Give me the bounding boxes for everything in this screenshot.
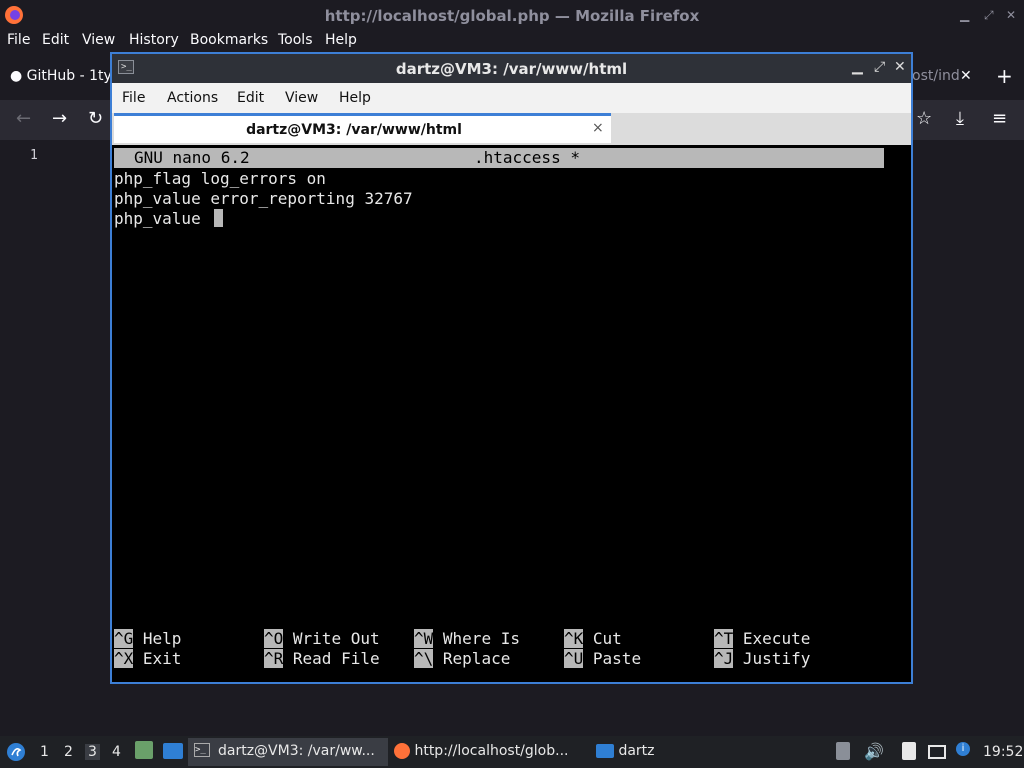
info-icon[interactable]: i [956,742,970,756]
tab-close-icon[interactable]: ✕ [960,68,972,84]
github-icon: ● [10,68,23,84]
bookmark-star-icon[interactable]: ☆ [916,108,932,129]
terminal-menu-edit[interactable]: Edit [237,90,264,106]
shortcut-justify: ^J Justify [714,649,811,668]
workspace-4[interactable]: 4 [112,744,121,760]
volume-icon[interactable]: 🔊 [864,742,884,761]
firefox-window-title: http://localhost/global.php — Mozilla Fi… [324,7,700,25]
reload-icon[interactable]: ↻ [88,108,103,129]
tab-github[interactable]: ● GitHub - 1ty [10,68,112,84]
network-icon[interactable] [928,745,946,759]
editor-line: php_value error_reporting 32767 [114,189,413,208]
close-icon[interactable]: ✕ [894,59,906,75]
forward-icon[interactable]: → [52,108,67,129]
terminal-menu-file[interactable]: File [122,90,145,106]
firefox-menubar: File Edit View History Bookmarks Tools H… [0,30,1024,52]
terminal-menubar: File Actions Edit View Help [112,83,911,113]
terminal-icon: >_ [194,743,210,757]
clock[interactable]: 19:52 [983,744,1023,760]
nano-version: GNU nano 6.2 [134,148,250,167]
nano-filename: .htaccess * [474,148,580,167]
shortcut-paste: ^U Paste [564,649,642,668]
workspace-1[interactable]: 1 [40,744,49,760]
task-folder[interactable]: dartz [596,743,655,759]
folder-icon [596,744,614,758]
minimize-icon[interactable]: ▁ [852,59,863,75]
clipboard-icon[interactable] [902,742,916,760]
task-folder-label: dartz [618,743,655,759]
close-icon[interactable]: ✕ [1006,8,1016,22]
shortcut-replace: ^\ Replace [414,649,511,668]
task-firefox-label: http://localhost/glob... [414,743,569,759]
maximize-icon[interactable]: ⤢ [874,59,885,75]
task-terminal[interactable]: >_ dartz@VM3: /var/ww... [188,738,388,766]
nano-header-bar: GNU nano 6.2 .htaccess * [114,148,884,168]
file-manager-launcher-icon[interactable] [135,741,153,759]
task-terminal-label: dartz@VM3: /var/ww... [218,743,375,759]
nano-editor[interactable]: GNU nano 6.2 .htaccess * php_flag log_er… [112,145,911,682]
hamburger-menu-icon[interactable]: ≡ [992,108,1007,129]
minimize-icon[interactable]: ▁ [960,8,969,22]
menu-file[interactable]: File [7,32,30,48]
workspace-3[interactable]: 3 [85,744,100,760]
text-cursor [214,209,223,227]
terminal-titlebar: >_ dartz@VM3: /var/www/html ▁ ⤢ ✕ [112,54,911,83]
menu-tools[interactable]: Tools [278,32,313,48]
shortcut-write-out: ^O Write Out [264,629,380,648]
shortcut-cut: ^K Cut [564,629,622,648]
shortcut-execute: ^T Execute [714,629,811,648]
terminal-menu-view[interactable]: View [285,90,318,106]
shortcut-read-file: ^R Read File [264,649,380,668]
firefox-icon [394,743,410,759]
terminal-window: >_ dartz@VM3: /var/www/html ▁ ⤢ ✕ File A… [110,52,913,684]
task-firefox[interactable]: http://localhost/glob... [394,743,568,759]
maximize-icon[interactable]: ⤢ [984,8,994,23]
editor-line: php_flag log_errors on [114,169,326,188]
back-icon[interactable]: ← [16,108,31,129]
terminal-tab[interactable]: dartz@VM3: /var/www/html × [114,113,611,143]
shortcut-exit: ^X Exit [114,649,182,668]
menu-help[interactable]: Help [325,32,357,48]
terminal-menu-help[interactable]: Help [339,90,371,106]
downloads-icon[interactable]: ⤓ [956,108,964,129]
tray-updates-icon[interactable] [836,742,850,760]
tab-close-icon[interactable]: × [592,120,604,136]
editor-line: php_value [114,209,211,228]
new-tab-button[interactable]: + [996,64,1013,88]
source-line-number: 1 [30,148,38,163]
shortcut-help: ^G Help [114,629,182,648]
firefox-titlebar: http://localhost/global.php — Mozilla Fi… [0,0,1024,30]
workspace-2[interactable]: 2 [64,744,73,760]
menu-history[interactable]: History [129,32,179,48]
tab-localhost[interactable]: ost/ind [912,68,960,84]
terminal-menu-actions[interactable]: Actions [167,90,218,106]
menu-bookmarks[interactable]: Bookmarks [190,32,268,48]
menu-view[interactable]: View [82,32,115,48]
desktop-icon[interactable] [163,743,183,759]
terminal-tabbar: dartz@VM3: /var/www/html × [112,113,911,145]
menu-edit[interactable]: Edit [42,32,69,48]
app-menu-icon[interactable] [6,742,26,762]
tab-github-label: GitHub - 1ty [26,68,112,84]
shortcut-where-is: ^W Where Is [414,629,520,648]
terminal-window-title: dartz@VM3: /var/www/html [395,60,628,78]
terminal-tab-label: dartz@VM3: /var/www/html [246,122,462,138]
